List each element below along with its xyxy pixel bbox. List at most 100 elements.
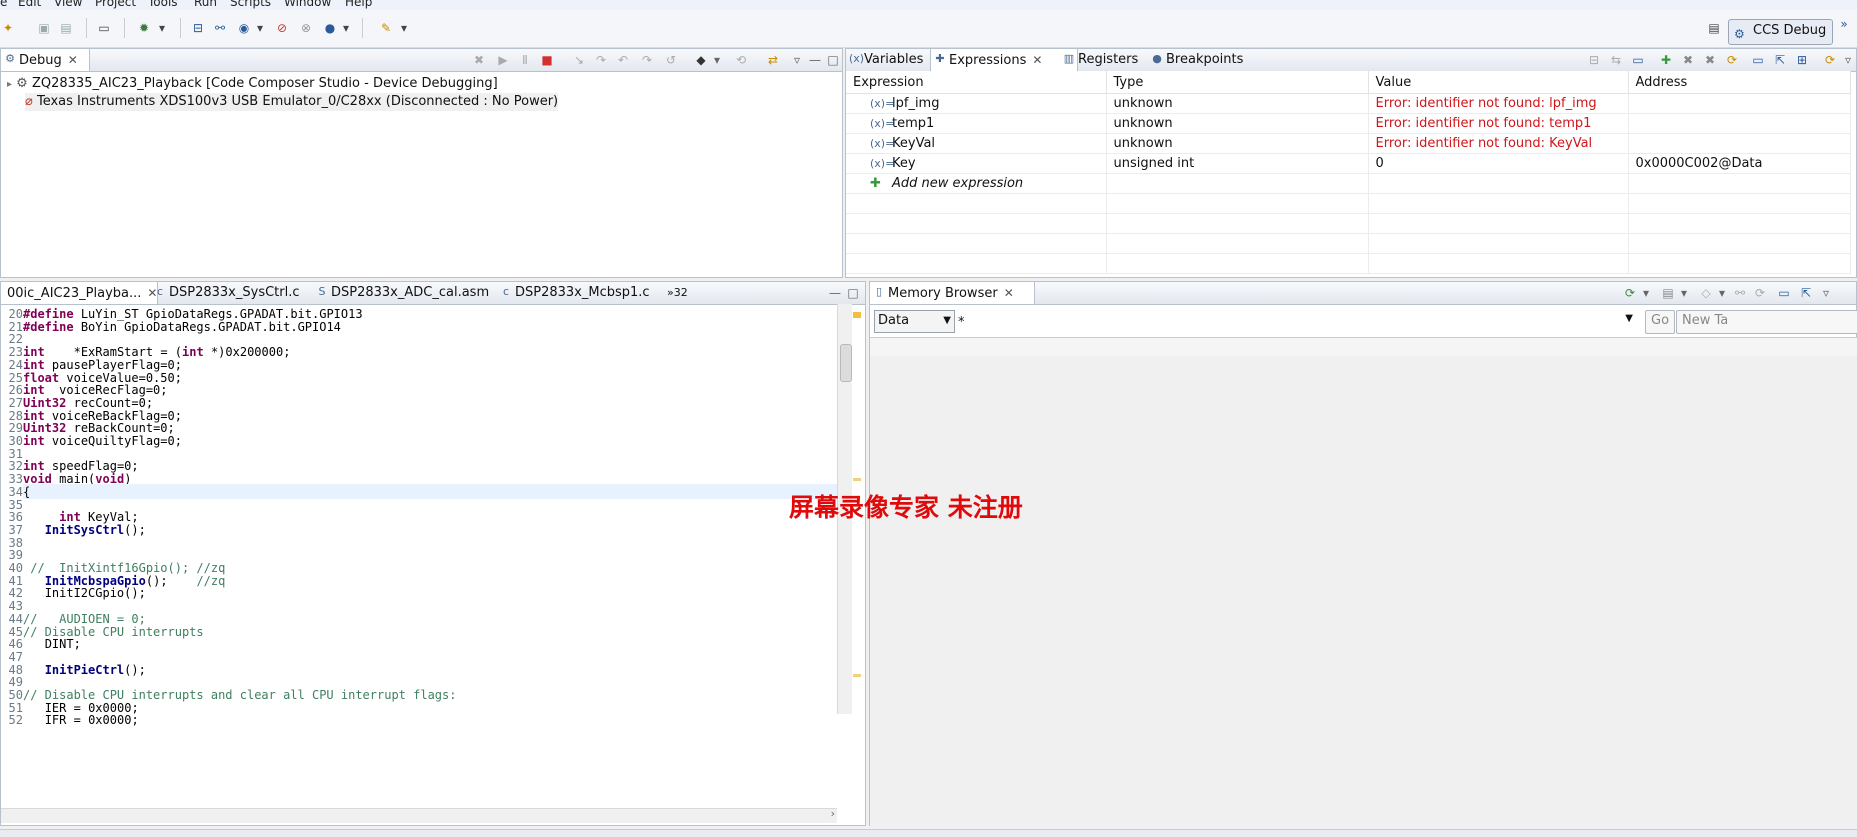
menu-view[interactable]: View (54, 0, 82, 9)
dropdown-arrow-icon[interactable]: ▾ (252, 20, 268, 36)
pin-icon[interactable]: ⇱ (1772, 52, 1788, 68)
column-header-value[interactable]: Value (1368, 71, 1629, 94)
refresh-icon[interactable]: ⟳ (1724, 52, 1740, 68)
tab-sysctrl[interactable]: c DSP2833x_SysCtrl.c (151, 282, 325, 304)
ruler-occurrence-mark[interactable] (853, 478, 861, 481)
code-line[interactable]: { (23, 485, 30, 499)
add-expression-icon[interactable]: ✚ (1658, 52, 1674, 68)
tab-debug[interactable]: ⚙ Debug ✕ (0, 49, 90, 71)
memory-space-select[interactable]: Data ▼ (874, 310, 955, 333)
remove-all-icon[interactable]: ✖ (1702, 52, 1718, 68)
step-over-icon[interactable]: ↷ (593, 52, 609, 68)
tab-main-file[interactable]: 00ic_AIC23_Playba... ✕ (0, 282, 158, 304)
editor-horizontal-scrollbar[interactable]: › (1, 807, 837, 823)
debug-target-row[interactable]: ⌀ Texas Instruments XDS100v3 USB Emulato… (25, 93, 559, 111)
reset-icon[interactable]: ↺ (663, 52, 679, 68)
view-menu-icon[interactable]: ▿ (1818, 285, 1834, 301)
table-row[interactable]: (x)=Key unsigned int 0 0x0000C002@Data (846, 153, 1851, 174)
connect-icon[interactable]: ⊟ (190, 20, 206, 36)
table-row[interactable]: (x)=temp1 unknown Error: identifier not … (846, 113, 1851, 134)
new-view-icon[interactable]: ▭ (1750, 52, 1766, 68)
suspend-icon[interactable]: Ⅱ (517, 52, 533, 68)
chevron-down-icon[interactable]: ▼ (1625, 313, 1633, 324)
code-line[interactable]: InitPieCtrl(); (23, 663, 146, 677)
code-line[interactable]: #define BoYin GpioDataRegs.GPADAT.bit.GP… (23, 320, 341, 334)
pin-icon[interactable]: ⇱ (1798, 285, 1814, 301)
code-editor[interactable]: 20 #define LuYin_ST GpioDataRegs.GPADAT.b… (1, 304, 837, 732)
code-line[interactable]: IFR = 0x0000; (23, 713, 139, 727)
resume-icon[interactable]: ▶ (495, 52, 511, 68)
restart-icon[interactable]: ⟲ (733, 52, 749, 68)
scroll-right-icon[interactable]: › (831, 807, 835, 820)
tab-overflow[interactable]: »32 (665, 282, 701, 304)
collapse-icon[interactable]: ▸ (7, 79, 12, 90)
menu-edit[interactable]: Edit (18, 0, 41, 9)
terminate-icon[interactable]: ✖ (471, 52, 487, 68)
dropdown-arrow-icon[interactable]: ▾ (709, 52, 725, 68)
save-icon[interactable]: ▣ (36, 20, 52, 36)
minimize-icon[interactable]: — (827, 285, 843, 301)
go-button[interactable]: Go (1645, 310, 1676, 334)
tab-adc-cal[interactable]: S DSP2833x_ADC_cal.asm (313, 282, 509, 304)
ruler-occurrence-mark[interactable] (853, 674, 861, 677)
open-perspective-icon[interactable]: ▭ (96, 20, 112, 36)
view-menu-icon[interactable]: ▿ (789, 52, 805, 68)
column-header-type[interactable]: Type (1106, 71, 1369, 94)
maximize-icon[interactable]: □ (825, 52, 841, 68)
dropdown-arrow-icon[interactable]: ▾ (396, 20, 412, 36)
load-icon[interactable]: ⚯ (212, 20, 228, 36)
external-tools-icon[interactable]: ✎ (378, 20, 394, 36)
dropdown-arrow-icon[interactable]: ▾ (1638, 285, 1654, 301)
table-row[interactable]: (x)=lpf_img unknown Error: identifier no… (846, 93, 1851, 114)
menu-tools[interactable]: Tools (148, 0, 178, 9)
assembly-step-icon[interactable]: ↷ (639, 52, 655, 68)
continuous-refresh-icon[interactable]: ⟳ (1822, 52, 1838, 68)
menu-help[interactable]: Help (345, 0, 372, 9)
view-menu-icon[interactable]: ▿ (1840, 52, 1856, 68)
new-icon[interactable]: ✦ (0, 20, 16, 36)
menu-scripts[interactable]: Scripts (230, 0, 271, 9)
code-line[interactable]: InitSysCtrl(); (23, 523, 146, 537)
add-expression-row[interactable]: ✚ Add new expression (846, 173, 1851, 194)
find-memory-icon[interactable]: ⚯ (1732, 285, 1748, 301)
save-all-icon[interactable]: ▤ (58, 20, 74, 36)
menu-project[interactable]: Project (95, 0, 136, 9)
address-input[interactable]: ▼ (966, 311, 1638, 333)
new-view-icon[interactable]: ▭ (1776, 285, 1792, 301)
cpu-icon[interactable]: ◆ (693, 52, 709, 68)
new-tab-button[interactable]: New Ta (1676, 310, 1857, 334)
menu-file[interactable]: e (0, 0, 7, 9)
close-icon[interactable]: ✕ (68, 53, 78, 67)
dropdown-arrow-icon[interactable]: ▾ (1676, 285, 1692, 301)
code-line[interactable]: int voiceQuiltyFlag=0; (23, 434, 182, 448)
dropdown-arrow-icon[interactable]: ▾ (1714, 285, 1730, 301)
close-icon[interactable]: ✕ (1004, 286, 1014, 300)
open-perspective-icon[interactable]: ▤ (1706, 20, 1722, 36)
tab-breakpoints[interactable]: ● Breakpoints (1148, 49, 1262, 71)
remove-breakpoint-icon[interactable]: ⊗ (298, 20, 314, 36)
column-header-address[interactable]: Address (1628, 71, 1851, 94)
code-line[interactable]: DINT; (23, 637, 81, 651)
run-tool-icon[interactable]: ● (322, 20, 338, 36)
layout-icon[interactable]: ▭ (1630, 52, 1646, 68)
breakpoint-icon[interactable]: ⊘ (274, 20, 290, 36)
link-icon[interactable]: ⇄ (765, 52, 781, 68)
close-icon[interactable]: ✕ (1032, 53, 1042, 67)
table-row[interactable]: (x)=KeyVal unknown Error: identifier not… (846, 133, 1851, 154)
more-perspectives-icon[interactable]: » (1836, 16, 1852, 32)
code-line[interactable]: InitI2CGpio(); (23, 586, 146, 600)
tab-mcbsp1[interactable]: c DSP2833x_Mcbsp1.c (497, 282, 665, 304)
ruler-warning-mark[interactable] (853, 312, 861, 318)
step-return-icon[interactable]: ↶ (615, 52, 631, 68)
step-into-icon[interactable]: ↘ (571, 52, 587, 68)
tab-expressions[interactable]: ✚ Expressions ✕ (930, 49, 1078, 71)
select-all-icon[interactable]: ⇆ (1608, 52, 1624, 68)
refresh-memory-icon[interactable]: ⟳ (1622, 285, 1638, 301)
save-memory-icon[interactable]: ▤ (1660, 285, 1676, 301)
continuous-refresh-icon[interactable]: ⟳ (1752, 285, 1768, 301)
tab-memory-browser[interactable]: ▯ Memory Browser ✕ (869, 282, 1035, 304)
maximize-icon[interactable]: □ (845, 285, 861, 301)
ccs-debug-perspective-button[interactable]: ⚙ CCS Debug (1728, 19, 1834, 45)
menu-run[interactable]: Run (194, 0, 217, 9)
target-icon[interactable]: ◉ (236, 20, 252, 36)
